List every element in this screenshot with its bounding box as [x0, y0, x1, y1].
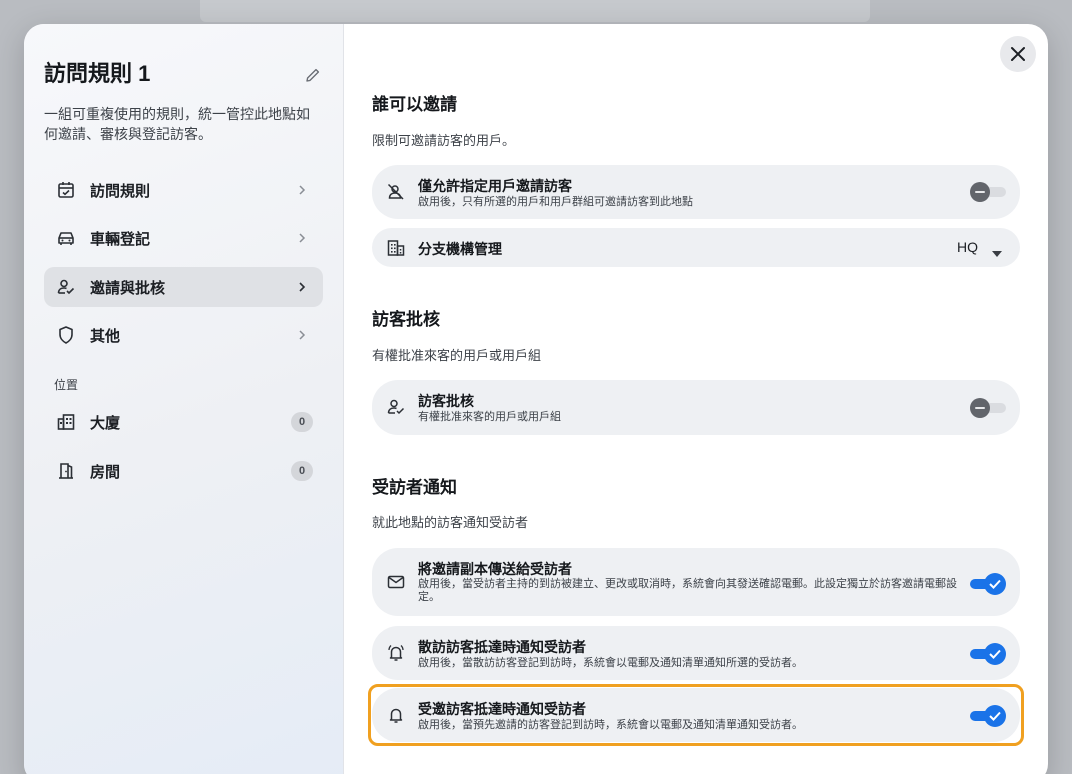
check-icon	[984, 705, 1006, 727]
send-invite-copy-toggle[interactable]	[970, 573, 1006, 595]
person-check-icon	[56, 277, 76, 297]
location-label: 房間	[90, 463, 121, 481]
location-item-building[interactable]: 大廈 0	[44, 402, 323, 442]
edit-pencil-icon[interactable]	[304, 66, 322, 84]
nav-label: 邀請與批核	[90, 279, 166, 297]
check-icon	[984, 573, 1006, 595]
rule-title: 訪問規則 1	[44, 61, 151, 86]
location-item-room[interactable]: 房間 0	[44, 451, 323, 491]
section-title-host-notification: 受訪者通知	[372, 478, 457, 497]
section-desc-visitor-approval: 有權批准來客的用戶或用戶組	[372, 348, 542, 363]
row-title: 訪客批核	[418, 393, 474, 409]
nav-label: 其他	[90, 327, 121, 345]
chevron-right-icon	[295, 183, 309, 197]
nav-label: 訪問規則	[90, 182, 151, 200]
locations-heading: 位置	[54, 378, 79, 392]
nav-item-invite-approval[interactable]: 邀請與批核	[44, 267, 323, 307]
bell-icon	[386, 705, 406, 725]
row-title: 分支機構管理	[418, 241, 502, 257]
invited-arrival-toggle[interactable]	[970, 705, 1006, 727]
person-check-icon	[386, 397, 406, 417]
calendar-check-icon	[56, 180, 76, 200]
restrict-inviters-row: 僅允許指定用戶邀請訪客 啟用後，只有所選的用戶和用戶群組可邀請訪客到此地點	[372, 165, 1020, 219]
row-subtitle: 有權批准來客的用戶或用戶組	[418, 411, 561, 423]
row-subtitle: 啟用後，當預先邀請的訪客登記到訪時，系統會以電郵及通知清單通知受訪者。	[418, 719, 803, 731]
section-desc-who-can-invite: 限制可邀請訪客的用戶。	[372, 133, 516, 148]
car-icon	[56, 228, 76, 248]
row-subtitle: 啟用後，只有所選的用戶和用戶群組可邀請訪客到此地點	[418, 196, 693, 208]
door-icon	[56, 461, 76, 481]
caret-down-icon	[992, 244, 1002, 257]
row-title: 僅允許指定用戶邀請訪客	[418, 178, 572, 194]
nav-label: 車輛登記	[90, 230, 151, 248]
restrict-inviters-toggle[interactable]	[970, 182, 1006, 202]
chevron-right-icon	[295, 231, 309, 245]
row-title: 散訪訪客抵達時通知受訪者	[418, 639, 586, 655]
shield-icon	[56, 325, 76, 345]
main-content: 誰可以邀請 限制可邀請訪客的用戶。 僅允許指定用戶邀請訪客 啟用後，只有所選的用…	[368, 24, 1024, 774]
row-title: 受邀訪客抵達時通知受訪者	[418, 701, 586, 717]
rule-description: 一組可重複使用的規則，統一管控此地點如何邀請、審核與登記訪客。	[44, 106, 310, 142]
location-label: 大廈	[90, 414, 121, 432]
invited-arrival-row: 受邀訪客抵達時通知受訪者 啟用後，當預先邀請的訪客登記到訪時，系統會以電郵及通知…	[372, 688, 1020, 742]
count-badge: 0	[291, 412, 313, 432]
minus-icon	[970, 182, 990, 202]
chevron-right-icon	[295, 280, 309, 294]
visitor-approval-toggle[interactable]	[970, 398, 1006, 418]
branch-management-row[interactable]: 分支機構管理 HQ	[372, 228, 1020, 267]
section-title-visitor-approval: 訪客批核	[372, 310, 440, 329]
minus-icon	[970, 398, 990, 418]
building-icon	[56, 412, 76, 432]
nav-item-vehicle-registration[interactable]: 車輛登記	[44, 218, 323, 258]
send-invite-copy-row: 將邀請副本傳送給受訪者 啟用後，當受訪者主持的到訪被建立、更改或取消時，系統會向…	[372, 548, 1020, 616]
row-subtitle: 啟用後，當散訪訪客登記到訪時，系統會以電郵及通知清單通知所選的受訪者。	[418, 657, 803, 669]
section-title-who-can-invite: 誰可以邀請	[372, 95, 457, 114]
row-title: 將邀請副本傳送給受訪者	[418, 561, 572, 577]
office-building-icon	[386, 238, 406, 258]
mail-icon	[386, 572, 406, 592]
nav-item-other[interactable]: 其他	[44, 315, 323, 355]
count-badge: 0	[291, 461, 313, 481]
row-subtitle: 啟用後，當受訪者主持的到訪被建立、更改或取消時，系統會向其發送確認電郵。此設定獨…	[418, 578, 957, 603]
person-off-icon	[386, 182, 406, 202]
walk-in-arrival-toggle[interactable]	[970, 643, 1006, 665]
sidebar: 訪問規則 1 一組可重複使用的規則，統一管控此地點如何邀請、審核與登記訪客。 訪…	[24, 24, 344, 774]
section-desc-host-notification: 就此地點的訪客通知受訪者	[372, 515, 529, 530]
visitor-approval-row: 訪客批核 有權批准來客的用戶或用戶組	[372, 380, 1020, 435]
nav-item-access-rules[interactable]: 訪問規則	[44, 170, 323, 210]
walk-in-arrival-row: 散訪訪客抵達時通知受訪者 啟用後，當散訪訪客登記到訪時，系統會以電郵及通知清單通…	[372, 626, 1020, 680]
chevron-right-icon	[295, 328, 309, 342]
background-header	[200, 0, 870, 22]
bell-ring-icon	[386, 643, 406, 663]
access-rule-dialog: 訪問規則 1 一組可重複使用的規則，統一管控此地點如何邀請、審核與登記訪客。 訪…	[24, 24, 1048, 774]
check-icon	[984, 643, 1006, 665]
branch-select-value[interactable]: HQ	[957, 239, 978, 255]
